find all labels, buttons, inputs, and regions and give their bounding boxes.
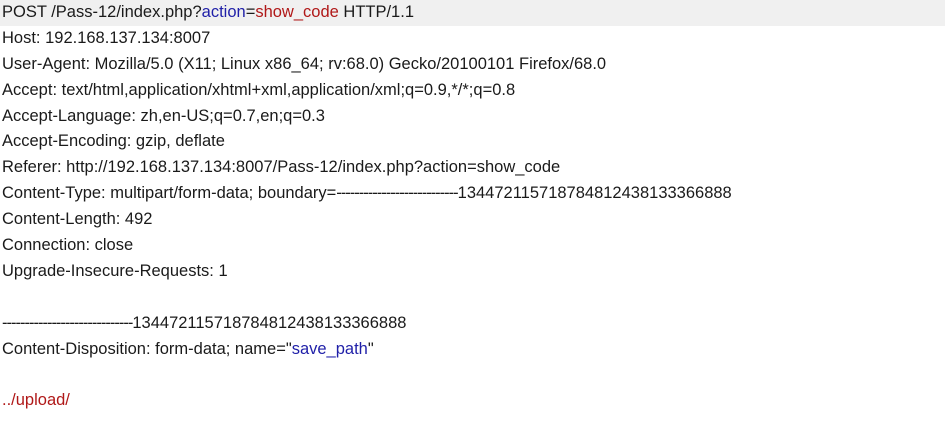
request-line: POST /Pass-12/index.php?action=show_code… — [0, 0, 945, 26]
content-type-boundary-dashes: --------------------------- — [336, 184, 458, 203]
disposition-suffix: " — [367, 339, 374, 358]
request-param-name: action — [201, 3, 246, 21]
cutoff-boundary-dashes: ----------------------------- — [2, 417, 133, 422]
header-user-agent: User-Agent: Mozilla/5.0 (X11; Linux x86_… — [2, 54, 607, 73]
header-accept: Accept: text/html,application/xhtml+xml,… — [2, 80, 516, 99]
header-content-length: Content-Length: 492 — [2, 210, 153, 229]
header-host: Host: 192.168.137.134:8007 — [2, 28, 211, 47]
header-connection: Connection: close — [2, 236, 134, 255]
header-accept-encoding: Accept-Encoding: gzip, deflate — [2, 132, 225, 151]
http-request-viewer: POST /Pass-12/index.php?action=show_code… — [0, 0, 945, 422]
header-upgrade-insecure-requests: Upgrade-Insecure-Requests: 1 — [2, 261, 228, 280]
request-param-value: show_code — [255, 3, 339, 21]
request-method-path: POST /Pass-12/index.php? — [2, 3, 202, 21]
content-type-prefix: Content-Type: multipart/form-data; bound… — [2, 184, 337, 203]
body-content-disposition: Content-Disposition: form-data; name="sa… — [0, 337, 945, 363]
header-accept-language: Accept-Language: zh,en-US;q=0.7,en;q=0.3 — [2, 106, 325, 125]
request-param-equals: = — [245, 3, 256, 21]
header-content-type: Content-Type: multipart/form-data; bound… — [0, 181, 945, 207]
body-boundary-id: 134472115718784812438133366888 — [132, 313, 407, 332]
disposition-prefix: Content-Disposition: form-data; name=" — [2, 339, 292, 358]
disposition-field-name: save_path — [291, 339, 368, 358]
request-protocol: HTTP/1.1 — [338, 3, 414, 21]
body-save-path-value: ../upload/ — [2, 391, 70, 410]
body-boundary-line-cutoff: -----------------------------13447211571… — [0, 414, 945, 422]
body-boundary-line: -----------------------------13447211571… — [0, 311, 945, 337]
body-boundary-dashes: ----------------------------- — [2, 313, 133, 332]
header-referer: Referer: http://192.168.137.134:8007/Pas… — [2, 158, 561, 177]
content-type-boundary-id: 134472115718784812438133366888 — [457, 184, 732, 203]
